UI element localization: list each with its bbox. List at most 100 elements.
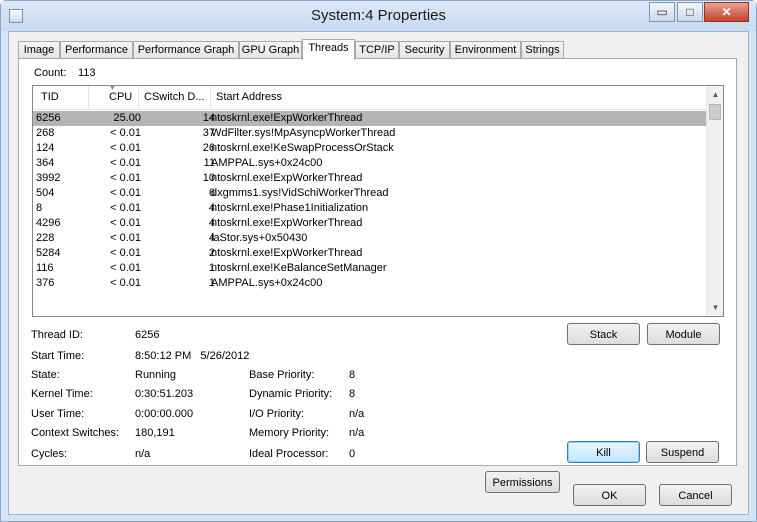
cell-tid: 3992 — [36, 172, 61, 184]
start-time-value: 8:50:12 PM 5/26/2012 — [135, 350, 250, 362]
tab-image[interactable]: Image — [18, 41, 60, 59]
tab-performance-graph[interactable]: Performance Graph — [133, 41, 239, 59]
cell-start-address: AMPPAL.sys+0x24c00 — [211, 277, 323, 289]
table-row[interactable]: 116 < 0.01 1 ntoskrnl.exe!KeBalanceSetMa… — [33, 261, 707, 276]
cancel-button[interactable]: Cancel — [659, 484, 732, 506]
ok-button[interactable]: OK — [573, 484, 646, 506]
chevron-down-icon[interactable]: ▼ — [707, 299, 723, 316]
state-label: State: — [31, 369, 60, 381]
module-button[interactable]: Module — [647, 323, 720, 345]
tab-threads[interactable]: Threads — [302, 39, 355, 60]
column-header-start-address[interactable]: Start Address — [216, 91, 282, 103]
cell-start-address: ntoskrnl.exe!ExpWorkerThread — [211, 172, 363, 184]
table-row[interactable]: 5284 < 0.01 2 ntoskrnl.exe!ExpWorkerThre… — [33, 246, 707, 261]
cell-tid: 6256 — [36, 112, 61, 124]
user-time-label: User Time: — [31, 408, 85, 420]
kernel-time-value: 0:30:51.203 — [135, 388, 194, 400]
cell-start-address: AMPPAL.sys+0x24c00 — [211, 157, 323, 169]
table-row[interactable]: 8 < 0.01 4 ntoskrnl.exe!Phase1Initializa… — [33, 201, 707, 216]
base-priority-value: 8 — [349, 369, 356, 381]
state-value: Running — [135, 369, 176, 381]
table-row[interactable]: 3992 < 0.01 10 ntoskrnl.exe!ExpWorkerThr… — [33, 171, 707, 186]
thread-id-value: 6256 — [135, 329, 160, 341]
tab-strings[interactable]: Strings — [521, 41, 564, 59]
table-row[interactable]: 228 < 0.01 4 iaStor.sys+0x50430 — [33, 231, 707, 246]
permissions-button[interactable]: Permissions — [485, 471, 560, 493]
minimize-button[interactable]: ▭ — [649, 2, 675, 22]
window-title: System:4 Properties — [310, 7, 447, 24]
table-row[interactable]: 364 < 0.01 11 AMPPAL.sys+0x24c00 — [33, 156, 707, 171]
tab-environment[interactable]: Environment — [450, 41, 521, 59]
cell-start-address: ntoskrnl.exe!ExpWorkerThread — [211, 112, 363, 124]
cell-tid: 504 — [36, 187, 55, 199]
table-row[interactable]: 268 < 0.01 37 WdFilter.sys!MpAsyncpWorke… — [33, 126, 707, 141]
threads-list[interactable]: TID ▼ CPU CSwitch D... Start Address 625… — [32, 85, 724, 317]
cell-start-address: ntoskrnl.exe!ExpWorkerThread — [211, 247, 363, 259]
ideal-processor-value: 0 — [349, 448, 356, 460]
cell-cswitch: 4 — [208, 217, 215, 229]
title-bar[interactable]: System:4 Properties ▭ □ ✕ — [1, 1, 756, 31]
cell-tid: 5284 — [36, 247, 61, 259]
memory-priority-value: n/a — [349, 427, 365, 439]
cell-cpu: < 0.01 — [110, 187, 141, 199]
suspend-button[interactable]: Suspend — [646, 441, 719, 463]
cell-tid: 228 — [36, 232, 55, 244]
dynamic-priority-label: Dynamic Priority: — [249, 388, 333, 400]
context-switches-value: 180,191 — [135, 427, 175, 439]
cell-tid: 8 — [36, 202, 43, 214]
cell-cpu: < 0.01 — [110, 172, 141, 184]
count-label: Count: — [34, 67, 67, 79]
list-scrollbar[interactable]: ▲ ▼ — [706, 86, 723, 316]
tab-performance[interactable]: Performance — [60, 41, 133, 59]
cell-tid: 124 — [36, 142, 55, 154]
minimize-icon: ▭ — [656, 5, 668, 19]
cell-cpu: < 0.01 — [110, 247, 141, 259]
maximize-button[interactable]: □ — [677, 2, 703, 22]
thread-id-label: Thread ID: — [31, 329, 83, 341]
table-row[interactable]: 376 < 0.01 1 AMPPAL.sys+0x24c00 — [33, 276, 707, 291]
threads-panel: Count: 113 TID ▼ CPU CSwitch D... Start … — [18, 58, 737, 493]
cell-tid: 376 — [36, 277, 55, 289]
cell-cpu: < 0.01 — [110, 157, 141, 169]
cell-start-address: WdFilter.sys!MpAsyncpWorkerThread — [211, 127, 396, 139]
io-priority-label: I/O Priority: — [249, 408, 305, 420]
cell-cpu: < 0.01 — [110, 202, 141, 214]
cell-cswitch: 11 — [203, 157, 215, 169]
tab-security[interactable]: Security — [399, 41, 450, 59]
cell-tid: 116 — [36, 262, 54, 274]
stack-button[interactable]: Stack — [567, 323, 640, 345]
cell-start-address: ntoskrnl.exe!KeBalanceSetManager — [211, 262, 387, 274]
column-separator — [88, 86, 89, 110]
tab-tcp-ip[interactable]: TCP/IP — [355, 41, 399, 59]
cycles-value: n/a — [135, 448, 151, 460]
maximize-icon: □ — [686, 5, 694, 19]
cell-cpu: 25.00 — [113, 112, 141, 124]
cell-cswitch: 26 — [202, 142, 215, 154]
memory-priority-label: Memory Priority: — [249, 427, 330, 439]
column-header-tid[interactable]: TID — [41, 91, 59, 103]
kill-button[interactable]: Kill — [567, 441, 640, 463]
table-row[interactable]: 4296 < 0.01 4 ntoskrnl.exe!ExpWorkerThre… — [33, 216, 707, 231]
ideal-processor-label: Ideal Processor: — [249, 448, 329, 460]
cell-cswitch: 4 — [208, 232, 215, 244]
cell-cswitch: 37 — [202, 127, 215, 139]
table-row[interactable]: 504 < 0.01 6 dxgmms1.sys!VidSchiWorkerTh… — [33, 186, 707, 201]
properties-window: System:4 Properties ▭ □ ✕ Image Performa… — [0, 0, 757, 522]
scrollbar-thumb[interactable] — [709, 104, 721, 120]
close-button[interactable]: ✕ — [704, 2, 749, 22]
table-row[interactable]: 6256 25.00 14 ntoskrnl.exe!ExpWorkerThre… — [33, 111, 707, 126]
count-value: 113 — [78, 67, 96, 79]
column-header-cpu[interactable]: CPU — [109, 91, 132, 103]
cell-start-address: iaStor.sys+0x50430 — [211, 232, 308, 244]
tab-gpu-graph[interactable]: GPU Graph — [239, 41, 302, 59]
user-time-value: 0:00:00.000 — [135, 408, 194, 420]
chevron-up-icon[interactable]: ▲ — [707, 86, 723, 103]
base-priority-label: Base Priority: — [249, 369, 315, 381]
column-header-cswitch-delta[interactable]: CSwitch D... — [144, 91, 205, 103]
cell-cswitch: 1 — [208, 262, 215, 274]
table-row[interactable]: 124 < 0.01 26 ntoskrnl.exe!KeSwapProcess… — [33, 141, 707, 156]
start-time-label: Start Time: — [31, 350, 85, 362]
cell-cpu: < 0.01 — [110, 277, 141, 289]
cell-cswitch: 14 — [202, 112, 215, 124]
cell-start-address: dxgmms1.sys!VidSchiWorkerThread — [211, 187, 389, 199]
